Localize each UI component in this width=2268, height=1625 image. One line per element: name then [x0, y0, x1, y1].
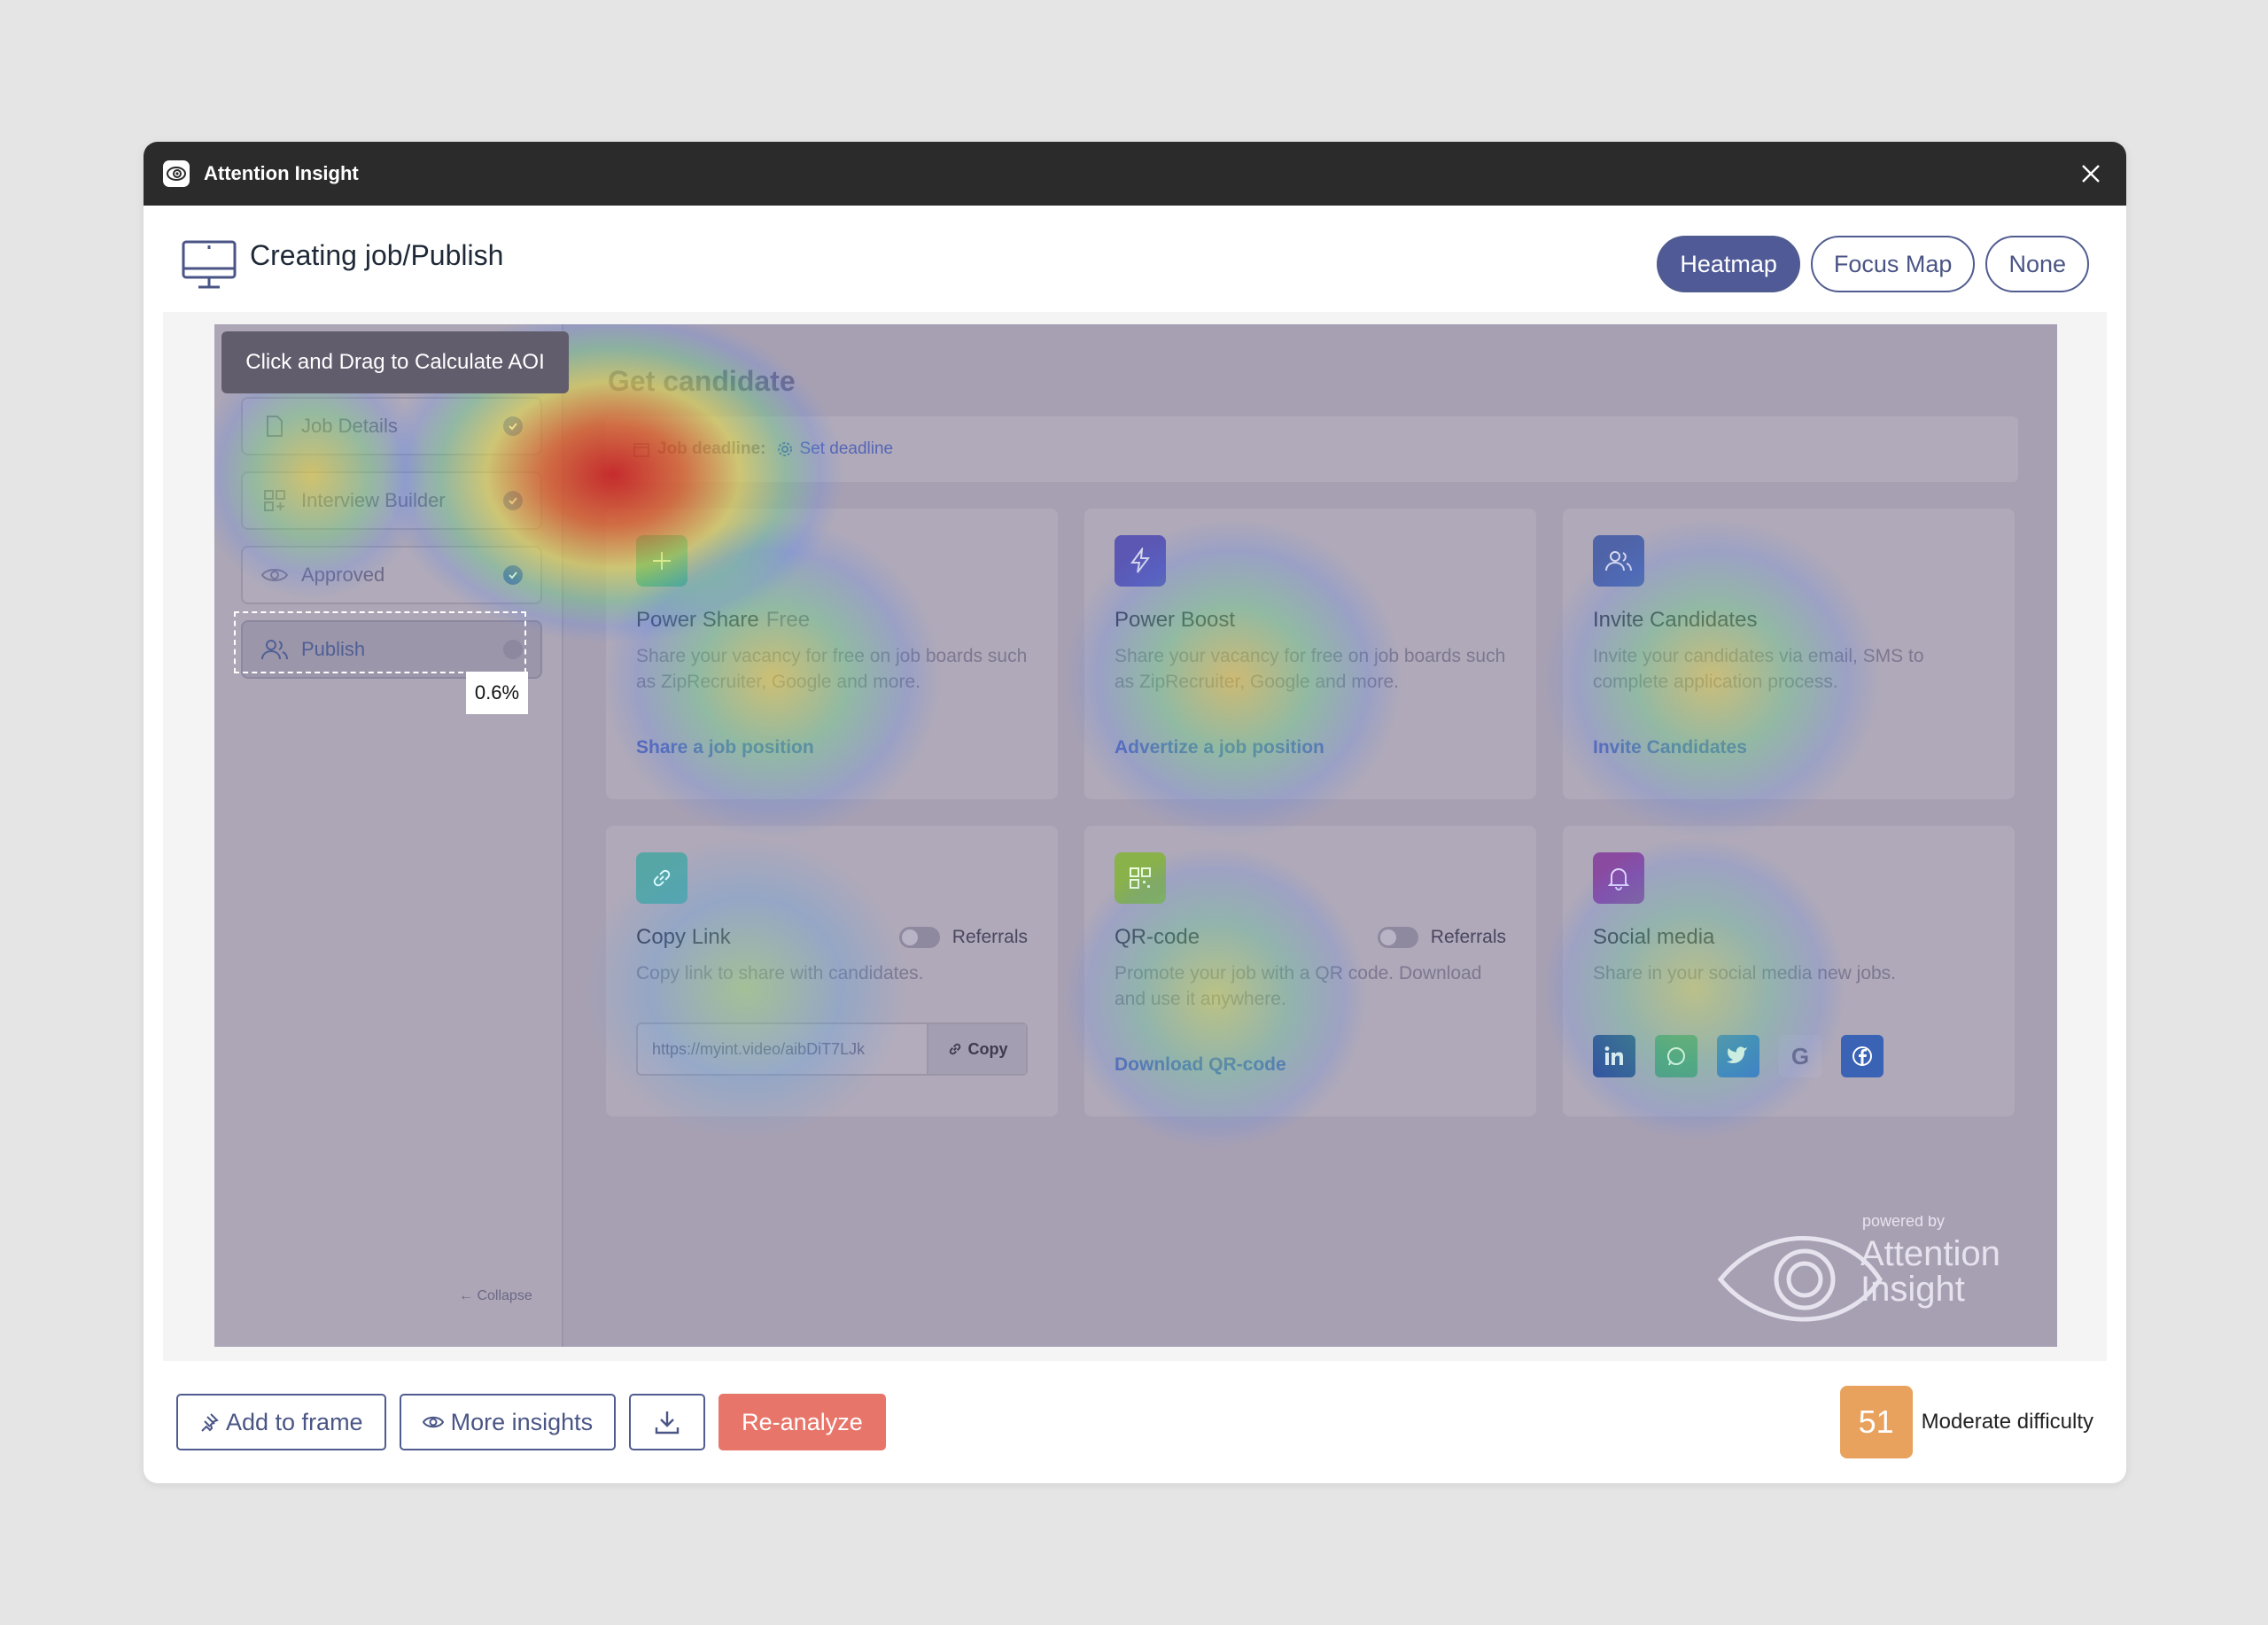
- aoi-percent: 0.6%: [466, 672, 528, 714]
- aoi-tooltip: Click and Drag to Calculate AOI: [221, 331, 569, 393]
- linkedin-icon: [1593, 1035, 1635, 1077]
- score-label: Moderate difficulty: [1921, 1410, 2093, 1434]
- card-title: Invite Candidates: [1593, 608, 1758, 632]
- deadline-label: Job deadline:: [657, 439, 766, 458]
- users-icon: [1593, 535, 1644, 587]
- card-power-share: Power Share Free Share your vacancy for f…: [606, 509, 1058, 799]
- reanalyze-button[interactable]: Re-analyze: [718, 1394, 886, 1450]
- view-mode-toggle: Heatmap Focus Map None: [1657, 236, 2089, 292]
- facebook-icon: [1841, 1035, 1884, 1077]
- qr-icon: [1115, 852, 1166, 904]
- card-title: QR-code: [1115, 925, 1200, 949]
- grid-plus-icon: [260, 486, 289, 515]
- share-job-link: Share a job position: [636, 737, 814, 758]
- card-copy-link: Copy Link Referrals Copy link to share wi…: [606, 826, 1058, 1116]
- card-power-boost: Power Boost Share your vacancy for free …: [1084, 509, 1536, 799]
- twitter-icon: [1717, 1035, 1759, 1077]
- svg-text:Insight: Insight: [1860, 1270, 1965, 1309]
- add-to-frame-button[interactable]: Add to frame: [176, 1394, 386, 1450]
- card-description: Copy link to share with candidates.: [636, 963, 924, 984]
- job-url: https://myint.video/aibDiT7LJk: [652, 1039, 866, 1058]
- app-window: Attention Insight Creating job/Publish H…: [144, 142, 2126, 1483]
- card-title: Power Boost: [1115, 608, 1236, 632]
- download-qr-link: Download QR-code: [1115, 1054, 1286, 1075]
- referrals-switch: [1377, 927, 1418, 948]
- whatsapp-icon: [1655, 1035, 1697, 1077]
- referrals-switch: [898, 927, 940, 948]
- check-icon: [503, 491, 523, 510]
- plus-icon: [636, 535, 687, 587]
- sidebar-item-label: Job Details: [301, 415, 398, 437]
- check-icon: [503, 416, 523, 436]
- sidebar-item-approved: Approved: [241, 546, 542, 604]
- invite-candidates-link: Invite Candidates: [1593, 737, 1747, 758]
- svg-text:Attention: Attention: [1860, 1234, 2000, 1273]
- none-button[interactable]: None: [1985, 236, 2089, 292]
- close-button[interactable]: [2075, 158, 2107, 190]
- title-bar: Attention Insight: [144, 142, 2126, 206]
- sidebar: Job Details Interview Builder Approved P…: [214, 324, 563, 1347]
- link-icon: [636, 852, 687, 904]
- sidebar-item-interview-builder: Interview Builder: [241, 471, 542, 530]
- referrals-toggle: Referrals: [898, 927, 1028, 948]
- card-invite-candidates: Invite Candidates Invite your candidates…: [1563, 509, 2015, 799]
- eye-icon: [422, 1416, 444, 1428]
- pin-icon: [201, 1413, 219, 1432]
- card-description: Share in your social media new jobs.: [1593, 963, 1897, 984]
- more-insights-button[interactable]: More insights: [399, 1394, 617, 1450]
- document-icon: [260, 412, 289, 440]
- svg-text:powered by: powered by: [1862, 1216, 1945, 1230]
- social-icons: G: [1593, 1035, 1884, 1077]
- footer-toolbar: Add to frame More insights Re-analyze 51…: [144, 1361, 2126, 1483]
- collapse-button: ← Collapse: [459, 1288, 532, 1303]
- sidebar-item-label: Approved: [301, 564, 385, 586]
- close-icon: [2082, 165, 2100, 183]
- card-title: Power Share: [636, 608, 759, 632]
- calendar-icon: [633, 443, 649, 457]
- referrals-toggle: Referrals: [1377, 927, 1506, 948]
- download-icon: [655, 1411, 680, 1435]
- desktop-icon: [182, 240, 237, 289]
- link-icon: [949, 1043, 960, 1055]
- card-social-media: Social media Share in your social media …: [1563, 826, 2015, 1116]
- job-url-field: https://myint.video/aibDiT7LJk Copy: [636, 1022, 1028, 1076]
- page-title: Creating job/Publish: [250, 238, 504, 271]
- sidebar-item-job-details: Job Details: [241, 397, 542, 455]
- card-title-suffix: Free: [765, 608, 811, 632]
- deadline-row: Job deadline: Set deadline: [606, 416, 2018, 482]
- check-icon: [503, 565, 523, 585]
- card-description: Share your vacancy for free on job board…: [636, 646, 1028, 692]
- card-description: Promote your job with a QR code. Downloa…: [1115, 963, 1482, 1009]
- card-qr-code: QR-code Referrals Promote your job with a…: [1084, 826, 1536, 1116]
- bell-icon: [1593, 852, 1644, 904]
- analyzed-screenshot[interactable]: Job Details Interview Builder Approved P…: [214, 324, 2057, 1347]
- google-icon: G: [1779, 1035, 1821, 1077]
- analysis-canvas: Job Details Interview Builder Approved P…: [163, 312, 2107, 1361]
- app-logo-icon: [163, 160, 190, 187]
- set-deadline-link: Set deadline: [799, 439, 894, 458]
- aoi-selection[interactable]: [234, 611, 526, 673]
- card-description: Invite your candidates via email, SMS to…: [1593, 646, 1924, 692]
- attention-insight-watermark: powered by Attention Insight: [1717, 1216, 2000, 1322]
- heatmap-button[interactable]: Heatmap: [1657, 236, 1800, 292]
- card-title: Social media: [1593, 925, 1715, 949]
- eye-icon: [260, 561, 289, 589]
- bolt-icon: [1115, 535, 1166, 587]
- card-description: Share your vacancy for free on job board…: [1115, 646, 1506, 692]
- copy-button: Copy: [927, 1024, 1026, 1074]
- sidebar-item-label: Interview Builder: [301, 489, 446, 511]
- main-title: Get candidate: [608, 365, 796, 397]
- gear-icon: [778, 442, 793, 456]
- advertize-job-link: Advertize a job position: [1115, 737, 1324, 758]
- score-value: 51: [1839, 1386, 1913, 1458]
- download-button[interactable]: [629, 1394, 706, 1450]
- header: Creating job/Publish Heatmap Focus Map N…: [144, 206, 2126, 314]
- card-title: Copy Link: [636, 925, 731, 949]
- focus-map-button[interactable]: Focus Map: [1810, 236, 1976, 292]
- app-title: Attention Insight: [204, 162, 359, 184]
- difficulty-score: 51 Moderate difficulty: [1839, 1386, 2093, 1458]
